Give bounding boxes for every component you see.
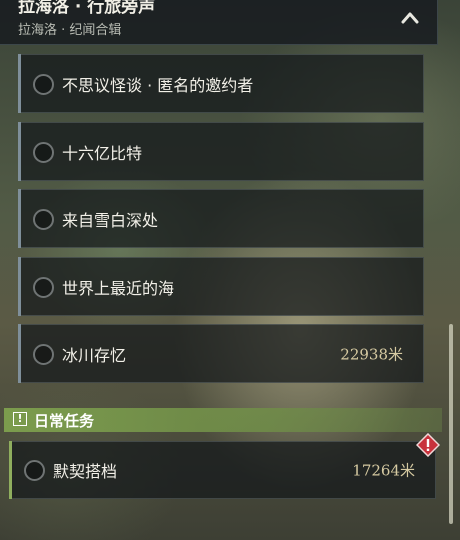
- quest-item-3[interactable]: 世界上最近的海: [18, 257, 424, 316]
- chevron-up-icon[interactable]: [400, 9, 420, 27]
- scrollbar[interactable]: [449, 324, 453, 524]
- quest-name: 不思议怪谈 · 匿名的邀约者: [62, 75, 254, 95]
- exclamation-box-icon: !: [13, 412, 27, 426]
- quest-name: 冰川存忆: [62, 345, 127, 365]
- quest-item-1[interactable]: 十六亿比特: [18, 122, 424, 181]
- quest-name: 来自雪白深处: [62, 210, 159, 230]
- quest-distance: 17264米: [352, 461, 415, 480]
- quest-group-subtitle: 拉海洛 · 纪闻合辑: [18, 23, 122, 38]
- quest-item-0[interactable]: 不思议怪谈 · 匿名的邀约者: [18, 54, 424, 113]
- warning-diamond-icon: [416, 433, 440, 457]
- daily-quest-item[interactable]: 默契搭档 17264米: [9, 441, 436, 499]
- quest-item-4[interactable]: 冰川存忆 22938米: [18, 324, 424, 383]
- daily-section-label: 日常任务: [34, 412, 95, 430]
- quest-distance: 22938米: [340, 345, 403, 363]
- track-radio[interactable]: [24, 460, 45, 481]
- track-radio[interactable]: [33, 141, 54, 163]
- track-radio[interactable]: [33, 73, 54, 95]
- quest-name: 默契搭档: [53, 462, 118, 481]
- track-radio[interactable]: [33, 276, 54, 298]
- quest-group-header[interactable]: 拉海洛 · 行旅旁声 拉海洛 · 纪闻合辑: [0, 0, 438, 45]
- quest-group-title: 拉海洛 · 行旅旁声: [18, 0, 156, 17]
- daily-section-header: ! 日常任务: [4, 408, 442, 432]
- track-radio[interactable]: [33, 208, 54, 230]
- quest-name: 世界上最近的海: [62, 278, 175, 298]
- track-radio[interactable]: [33, 343, 54, 365]
- quest-name: 十六亿比特: [62, 143, 143, 163]
- quest-item-2[interactable]: 来自雪白深处: [18, 189, 424, 248]
